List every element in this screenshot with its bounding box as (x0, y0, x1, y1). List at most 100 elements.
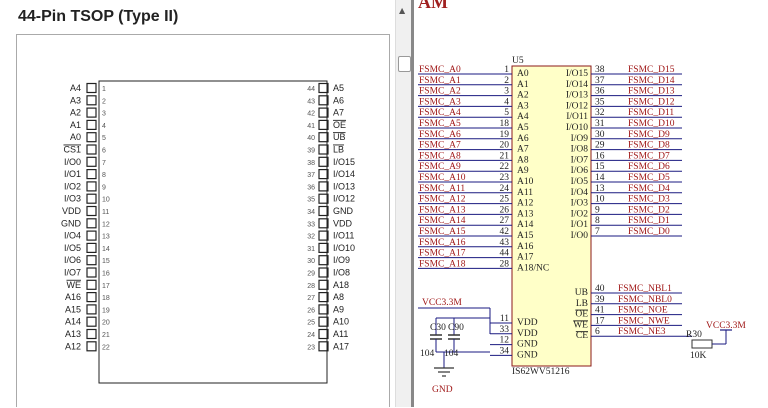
pin-number-address: 4 (504, 97, 509, 107)
net-label-address: FSMC_A14 (419, 216, 466, 226)
pin-name-power: VDD (517, 318, 538, 328)
pin-number-right: 23 (307, 344, 315, 351)
pin-number-right: 33 (307, 221, 315, 228)
net-label-control: FSMC_NOE (618, 306, 668, 316)
pin-name-control: UB (575, 288, 588, 298)
pin-number-data: 8 (595, 216, 600, 226)
pin-label-left: I/O5 (64, 243, 81, 253)
pin-number-left: 13 (102, 234, 110, 241)
pin-number-right: 31 (307, 246, 315, 253)
pin-name-address: A14 (517, 220, 534, 230)
pin-number-data: 7 (595, 227, 600, 237)
pin-label-right: A17 (333, 341, 349, 351)
pin-pad-left (86, 144, 97, 155)
net-label-address: FSMC_A11 (419, 184, 465, 194)
pin-label-left: CS1 (63, 145, 81, 155)
pin-name-data: I/O14 (566, 80, 588, 90)
net-label-address: FSMC_A13 (419, 205, 466, 215)
pin-number-left: 11 (102, 209, 109, 216)
pin-name-data: I/O11 (566, 112, 588, 122)
net-label-address: FSMC_A17 (419, 249, 466, 259)
pin-name-data: I/O3 (571, 199, 589, 209)
pin-name-address: A13 (517, 209, 534, 219)
pin-name-data: I/O13 (566, 91, 588, 101)
pin-name-data: I/O0 (571, 231, 589, 241)
pin-number-address: 21 (500, 151, 510, 161)
pin-number-data: 13 (595, 184, 605, 194)
pin-number-right: 40 (307, 135, 315, 142)
pin-label-right: I/O9 (333, 255, 350, 265)
pin-label-right: A18 (333, 280, 349, 290)
pin-number-data: 10 (595, 195, 605, 205)
scrollbar-thumb[interactable] (398, 56, 411, 72)
pin-number-right: 28 (307, 283, 315, 290)
pin-name-address: A5 (517, 123, 529, 133)
pinout-diagram: A4 1 A3 2 A2 3 A1 4 A0 5 CS1 6 I/O0 7 I/O1 8 I/O2 9 I/O3 10… (16, 34, 390, 407)
pin-number-left: 8 (102, 172, 106, 179)
pin-number-address: 25 (500, 195, 510, 205)
pin-number-left: 6 (102, 148, 106, 155)
pin-number-left: 1 (102, 86, 106, 93)
pin-label-left: A13 (65, 329, 81, 339)
pin-pad-left (86, 119, 97, 131)
pin-number-right: 34 (307, 209, 315, 216)
net-label-address: FSMC_A12 (419, 195, 466, 205)
pin-label-right: I/O11 (333, 231, 354, 241)
pin-label-right: LB (333, 145, 344, 155)
pin-number-left: 18 (102, 295, 110, 302)
pin-number-left: 3 (102, 111, 106, 118)
pin-number-left: 2 (102, 98, 106, 105)
pin-label-right: I/O8 (333, 268, 350, 278)
net-label-address: FSMC_A4 (419, 108, 461, 118)
pin-name-data: I/O9 (571, 134, 589, 144)
pin-label-left: A14 (65, 317, 81, 327)
chip-part-number: IS62WV51216 (512, 367, 570, 377)
pin-label-left: I/O3 (64, 194, 81, 204)
pin-label-left: VDD (62, 206, 82, 216)
pin-label-right: A8 (333, 292, 344, 302)
net-label-address: FSMC_A3 (419, 97, 461, 107)
pin-pad-left (86, 230, 97, 241)
pin-number-left: 16 (102, 271, 110, 278)
pin-pad-left (86, 218, 97, 229)
net-label-data: FSMC_D7 (628, 151, 670, 161)
pin-pad-left (86, 341, 97, 352)
schematic-svg: U5IS62WV51216FSMC_A0 1 A0FSMC_A1 2 A1FSMC_A2… (418, 56, 746, 395)
pin-pad-left (86, 181, 97, 192)
pin-pad-left (86, 95, 97, 106)
net-label-data: FSMC_D12 (628, 97, 675, 107)
scroll-up-arrow-icon[interactable]: ▲ (399, 6, 405, 15)
pin-name-data: I/O5 (571, 177, 589, 187)
pin-number-address: 42 (500, 227, 510, 237)
pin-pad-left (86, 304, 97, 315)
pin-number-left: 21 (102, 332, 110, 339)
pin-number-left: 15 (102, 258, 110, 265)
pin-number-data: 38 (595, 65, 605, 75)
vcc-label-right: VCC3.3M (706, 321, 746, 331)
net-label-address: FSMC_A7 (419, 141, 461, 151)
pinout-panel: 44-Pin TSOP (Type II) A4 1 A3 2 A2 3 A1 4 A0 5 CS1… (0, 0, 395, 407)
pin-name-address: A16 (517, 242, 534, 252)
pin-number-data: 9 (595, 205, 600, 215)
resistor-r30-body (691, 339, 713, 349)
pin-number-data: 30 (595, 130, 605, 140)
pin-label-left: A16 (65, 292, 81, 302)
pin-number-data: 35 (595, 97, 605, 107)
net-label-address: FSMC_A2 (419, 87, 461, 97)
pin-name-data: I/O1 (571, 220, 589, 230)
pin-number-left: 12 (102, 221, 110, 228)
pin-name-control: LB (576, 299, 588, 309)
pin-number-right: 37 (307, 172, 315, 179)
pin-number-data: 36 (595, 87, 605, 97)
pin-number-address: 1 (504, 65, 509, 75)
pin-label-left: I/O4 (64, 231, 81, 241)
pin-name-data: I/O7 (571, 155, 589, 165)
cap-c30-reference: C30 (430, 323, 446, 333)
pin-number-right: 32 (307, 234, 315, 241)
vertical-scrollbar[interactable]: ▲ (395, 0, 412, 407)
pin-pad-left (86, 193, 97, 204)
pin-number-left: 10 (102, 197, 110, 204)
net-label-control: FSMC_NBL0 (618, 295, 672, 305)
net-label-data: FSMC_D6 (628, 162, 670, 172)
pin-number-left: 7 (102, 160, 106, 167)
